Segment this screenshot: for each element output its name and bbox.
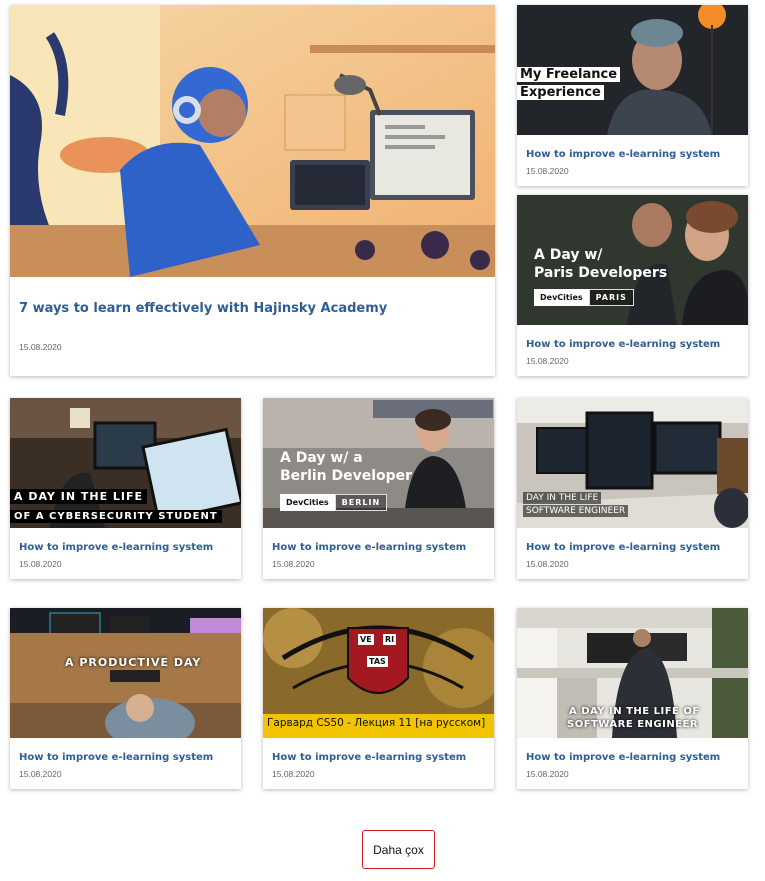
article-date: 15.08.2020 <box>19 769 62 779</box>
article-thumbnail[interactable]: A PRODUCTIVE DAY <box>10 608 241 738</box>
article-date: 15.08.2020 <box>272 559 315 569</box>
thumbnail-caption: A Day w/ a <box>280 450 363 466</box>
article-title[interactable]: How to improve e-learning system <box>263 528 494 553</box>
article-date: 15.08.2020 <box>526 559 569 569</box>
article-title[interactable]: How to improve e-learning system <box>517 135 748 160</box>
article-card[interactable]: A Day w/ Paris Developers DevCities PARI… <box>517 195 748 376</box>
featured-article-title[interactable]: 7 ways to learn effectively with Hajinsk… <box>10 277 495 316</box>
devcities-badge: DevCities <box>280 494 335 511</box>
thumbnail-caption: A DAY IN THE LIFE <box>10 489 148 504</box>
devcities-badge: DevCities <box>534 289 589 306</box>
article-date: 15.08.2020 <box>526 166 569 176</box>
article-title[interactable]: How to improve e-learning system <box>517 528 748 553</box>
thumbnail-caption: SOFTWARE ENGINEER <box>523 505 629 517</box>
thumbnail-caption: SOFTWARE ENGINEER <box>567 719 699 730</box>
thumbnail-caption: DAY IN THE LIFE <box>523 492 602 504</box>
article-thumbnail[interactable]: A Day w/ a Berlin Developer DevCities BE… <box>263 398 494 528</box>
thumbnail-caption: A DAY IN THE LIFE OF <box>569 706 700 717</box>
article-thumbnail[interactable]: A DAY IN THE LIFE OF SOFTWARE ENGINEER <box>517 608 748 738</box>
article-title[interactable]: How to improve e-learning system <box>263 738 494 763</box>
article-title[interactable]: How to improve e-learning system <box>10 738 241 763</box>
thumbnail-caption: Paris Developers <box>534 265 668 281</box>
article-card[interactable]: A DAY IN THE LIFE OF A CYBERSECURITY STU… <box>10 398 241 579</box>
thumbnail-caption: OF A CYBERSECURITY STUDENT <box>10 510 222 523</box>
article-card[interactable]: My Freelance Experience How to improve e… <box>517 5 748 186</box>
seal-text: VE <box>358 634 374 645</box>
article-card[interactable]: A PRODUCTIVE DAY How to improve e-learni… <box>10 608 241 789</box>
load-more-button[interactable]: Daha çox <box>362 830 435 869</box>
city-badge: PARIS <box>588 289 634 306</box>
article-date: 15.08.2020 <box>526 356 569 366</box>
thumbnail-caption: Experience <box>517 85 604 100</box>
thumbnail-caption: My Freelance <box>517 67 621 82</box>
article-title[interactable]: How to improve e-learning system <box>10 528 241 553</box>
article-card[interactable]: DAY IN THE LIFE SOFTWARE ENGINEER How to… <box>517 398 748 579</box>
seal-text: TAS <box>367 656 388 667</box>
article-thumbnail[interactable]: DAY IN THE LIFE SOFTWARE ENGINEER <box>517 398 748 528</box>
seal-text: RI <box>383 634 397 645</box>
article-date: 15.08.2020 <box>19 559 62 569</box>
article-card[interactable]: A Day w/ a Berlin Developer DevCities BE… <box>263 398 494 579</box>
article-title[interactable]: How to improve e-learning system <box>517 325 748 350</box>
article-thumbnail[interactable]: VE RI TAS Гарвард CS50 - Лекция 11 [на р… <box>263 608 494 738</box>
thumbnail-caption: Berlin Developer <box>280 468 413 484</box>
thumbnail-caption: Гарвард CS50 - Лекция 11 [на русском] <box>267 717 486 729</box>
featured-article-date: 15.08.2020 <box>19 342 62 352</box>
article-date: 15.08.2020 <box>272 769 315 779</box>
featured-article-image[interactable] <box>10 5 495 277</box>
article-thumbnail[interactable]: My Freelance Experience <box>517 5 748 135</box>
article-date: 15.08.2020 <box>526 769 569 779</box>
article-thumbnail[interactable]: A DAY IN THE LIFE OF A CYBERSECURITY STU… <box>10 398 241 528</box>
thumbnail-caption: A Day w/ <box>534 247 603 263</box>
article-thumbnail[interactable]: A Day w/ Paris Developers DevCities PARI… <box>517 195 748 325</box>
article-card[interactable]: VE RI TAS Гарвард CS50 - Лекция 11 [на р… <box>263 608 494 789</box>
city-badge: BERLIN <box>334 494 388 511</box>
featured-article-card[interactable]: 7 ways to learn effectively with Hajinsk… <box>10 5 495 376</box>
thumbnail-caption: A PRODUCTIVE DAY <box>65 656 202 669</box>
article-title[interactable]: How to improve e-learning system <box>517 738 748 763</box>
article-card[interactable]: A DAY IN THE LIFE OF SOFTWARE ENGINEER H… <box>517 608 748 789</box>
